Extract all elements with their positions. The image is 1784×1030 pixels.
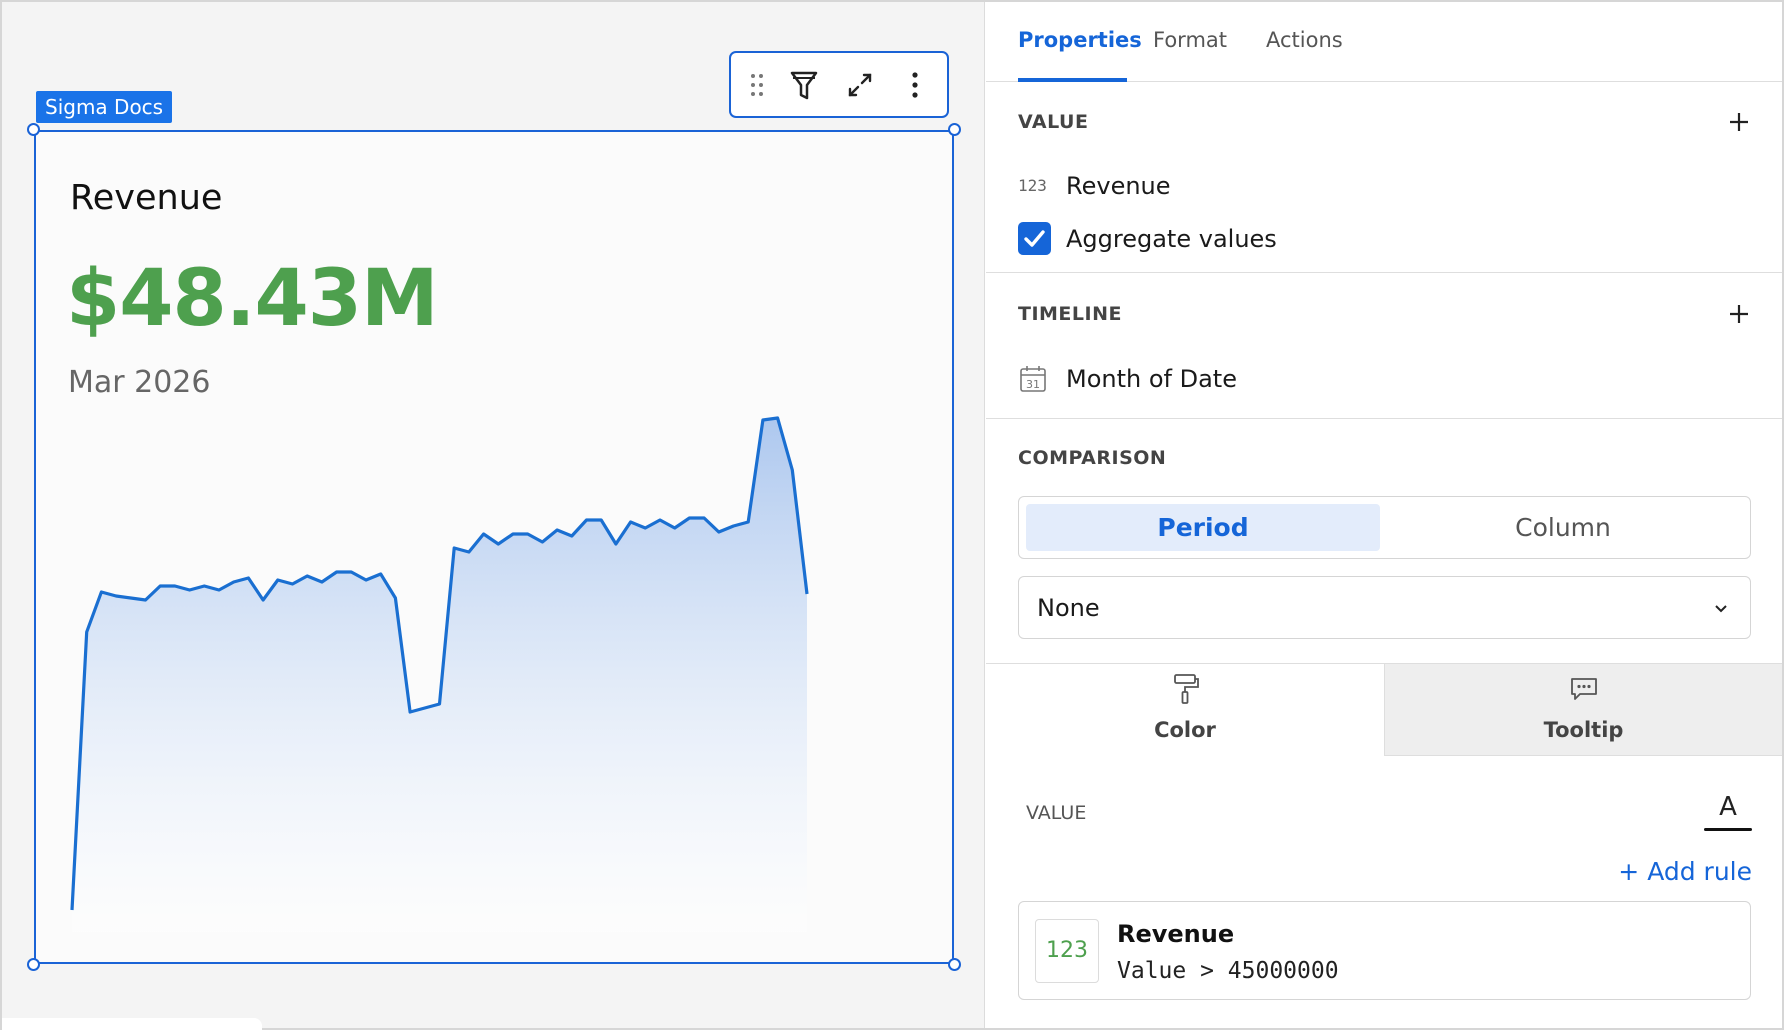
- page-tab[interactable]: [2, 1018, 262, 1030]
- element-toolbar: [729, 51, 949, 118]
- resize-handle-bottom-left[interactable]: [27, 958, 40, 971]
- text-color-swatch: [1704, 828, 1752, 831]
- subtab-color-label: Color: [1154, 718, 1216, 742]
- rule-title: Revenue: [1117, 920, 1235, 948]
- rule-condition: Value > 45000000: [1117, 958, 1339, 984]
- comparison-period-button[interactable]: Period: [1026, 504, 1380, 551]
- timeline-field[interactable]: Month of Date: [1066, 365, 1237, 393]
- comparison-column-button[interactable]: Column: [1386, 504, 1740, 551]
- comparison-section-label: COMPARISON: [1018, 447, 1167, 469]
- conditional-rule-card[interactable]: 123 Revenue Value > 45000000: [1018, 901, 1751, 1000]
- workbook-canvas: Sigma Docs Revenue $48.43M Mar 2026: [2, 2, 985, 1030]
- panel-tabs: Properties Format Actions: [986, 2, 1782, 82]
- rule-number-badge: 123: [1035, 919, 1099, 983]
- value-field[interactable]: Revenue: [1066, 172, 1171, 200]
- subtab-tooltip-label: Tooltip: [1543, 718, 1624, 742]
- comparison-select-value: None: [1037, 594, 1100, 622]
- expand-icon[interactable]: [842, 67, 878, 103]
- comparison-mode-toggle: Period Column: [1018, 496, 1751, 559]
- resize-handle-bottom-right[interactable]: [948, 958, 961, 971]
- number-type-icon: 123: [1018, 176, 1047, 195]
- more-vertical-icon[interactable]: [897, 67, 933, 103]
- add-timeline-plus-icon[interactable]: [1727, 302, 1751, 326]
- subtab-color[interactable]: Color: [986, 664, 1384, 756]
- divider: [986, 272, 1782, 273]
- resize-handle-top-left[interactable]: [27, 123, 40, 136]
- divider: [986, 418, 1782, 419]
- value-section-label: VALUE: [1018, 111, 1089, 133]
- comparison-select[interactable]: None: [1018, 576, 1751, 639]
- element-source-tag: Sigma Docs: [36, 91, 173, 123]
- add-rule-button[interactable]: + Add rule: [1618, 857, 1752, 886]
- tab-format[interactable]: Format: [1153, 28, 1227, 52]
- chevron-down-icon: [1715, 605, 1727, 613]
- tab-actions[interactable]: Actions: [1266, 28, 1343, 52]
- tab-properties[interactable]: Properties: [1018, 28, 1142, 52]
- trend-area: [72, 418, 807, 932]
- color-value-label: VALUE: [1026, 802, 1087, 824]
- properties-panel: Properties Format Actions VALUE 123 Reve…: [986, 2, 1782, 1028]
- calendar-icon: 31: [1020, 366, 1046, 392]
- aggregate-label: Aggregate values: [1066, 225, 1277, 253]
- active-tab-indicator: [1018, 78, 1127, 82]
- paint-roller-icon: [1174, 674, 1199, 704]
- format-subtabs: Color Tooltip: [986, 663, 1782, 756]
- kpi-card[interactable]: Revenue $48.43M Mar 2026: [27, 123, 961, 971]
- aggregate-checkbox[interactable]: [1018, 222, 1051, 255]
- svg-text:31: 31: [1026, 378, 1040, 391]
- comment-icon: [1570, 678, 1597, 700]
- text-color-letter: A: [1719, 792, 1737, 822]
- kpi-trend-chart: [70, 416, 809, 932]
- add-value-plus-icon[interactable]: [1727, 110, 1751, 134]
- drag-handle-icon[interactable]: [739, 67, 775, 103]
- filter-icon[interactable]: [786, 67, 822, 103]
- subtab-tooltip[interactable]: Tooltip: [1384, 664, 1782, 756]
- text-color-button[interactable]: A: [1704, 792, 1752, 838]
- check-icon: [1024, 230, 1045, 247]
- timeline-section-label: TIMELINE: [1018, 303, 1122, 325]
- resize-handle-top-right[interactable]: [948, 123, 961, 136]
